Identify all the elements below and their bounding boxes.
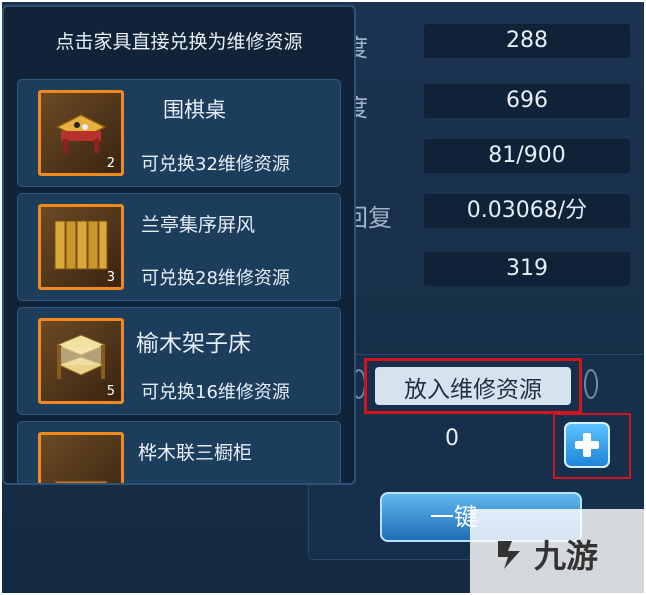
item-name: 兰亭集序屏风 — [141, 214, 256, 236]
item-name: 围棋桌 — [163, 98, 226, 122]
item-count: 3 — [106, 270, 115, 285]
cabinet-icon — [38, 432, 124, 483]
go-table-art — [55, 114, 107, 153]
furniture-item[interactable]: 桦木联三橱柜 — [17, 421, 341, 483]
furniture-list-panel: 点击家具直接兑换为维修资源 2 围棋桌 可兑换32维修资源 3 兰亭集序屏风 可… — [2, 5, 356, 485]
game-screen: 华度 288 适度 696 气 81/900 气回复 0.03068/分 数 3… — [2, 2, 644, 593]
go-table-icon: 2 — [38, 90, 124, 176]
item-name: 桦木联三橱柜 — [138, 442, 253, 464]
plus-highlight-box — [553, 413, 631, 479]
plus-icon-stroke — [583, 433, 591, 457]
folding-screen-art — [54, 220, 108, 270]
repair-resource-title: 放入维修资源 — [404, 377, 542, 403]
furniture-item[interactable]: 3 兰亭集序屏风 可兑换28维修资源 — [17, 193, 341, 301]
furniture-item[interactable]: 5 榆木架子床 可兑换16维修资源 — [17, 307, 341, 415]
repair-resource-title-box: 放入维修资源 — [364, 358, 582, 414]
item-exchange: 可兑换32维修资源 — [141, 154, 290, 175]
jiuyou-logo-icon — [498, 541, 520, 569]
folding-screen-icon: 3 — [38, 204, 124, 290]
ornament-icon — [584, 369, 598, 399]
cabinet-art — [54, 480, 108, 483]
canopy-bed-icon: 5 — [38, 318, 124, 404]
item-name: 榆木架子床 — [136, 331, 251, 357]
repair-quantity: 0 — [445, 426, 459, 451]
watermark-text: 九游 — [534, 537, 599, 575]
stat-value: 319 — [424, 252, 630, 286]
canopy-bed-art — [55, 334, 107, 379]
add-quantity-button[interactable] — [564, 422, 610, 468]
stat-value: 81/900 — [424, 139, 630, 173]
stat-value: 696 — [424, 84, 630, 118]
stat-value: 0.03068/分 — [424, 194, 630, 228]
item-exchange: 可兑换28维修资源 — [141, 268, 290, 289]
stat-value: 288 — [424, 24, 630, 58]
item-count: 5 — [106, 384, 115, 399]
furniture-item[interactable]: 2 围棋桌 可兑换32维修资源 — [17, 79, 341, 187]
watermark: 九游 — [470, 509, 644, 593]
list-header: 点击家具直接兑换为维修资源 — [55, 31, 303, 53]
item-count: 2 — [106, 156, 115, 171]
item-exchange: 可兑换16维修资源 — [141, 382, 290, 403]
